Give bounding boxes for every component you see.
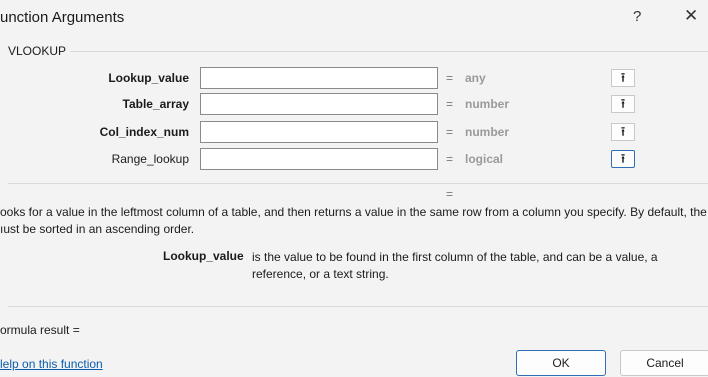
description-line: ooks for a value in the leftmost column … xyxy=(0,205,708,219)
argument-help-name: Lookup_value xyxy=(163,249,244,263)
argument-label: Table_array xyxy=(122,97,190,111)
close-button[interactable]: ✕ xyxy=(684,6,698,26)
description-line: ıust be sorted in an ascending order. xyxy=(0,222,195,236)
argument-result-type: any xyxy=(465,71,486,85)
title-bar: unction Arguments ? ✕ xyxy=(0,0,708,38)
collapse-dialog-arrow-icon[interactable]: ⭱ xyxy=(611,69,635,87)
formula-result: ormula result = xyxy=(0,323,80,337)
argument-result-type: number xyxy=(465,97,510,111)
argument-row-lookup-value: Lookup_value ⭱ = any xyxy=(0,67,708,91)
function-name: VLOOKUP xyxy=(8,44,71,58)
range-lookup-input[interactable]: ⭱ xyxy=(200,148,635,170)
ok-button[interactable]: OK xyxy=(516,350,606,376)
argument-label: Lookup_value xyxy=(108,71,189,85)
function-description: ooks for a value in the leftmost column … xyxy=(0,204,708,238)
argument-label: Col_index_num xyxy=(99,125,189,139)
argument-row-range-lookup: Range_lookup ⭱ = logical xyxy=(0,148,708,172)
collapse-dialog-arrow-icon[interactable]: ⭱ xyxy=(611,95,635,113)
function-total-result: = xyxy=(446,187,454,201)
equals-sign: = xyxy=(446,125,454,139)
collapse-dialog-arrow-icon[interactable]: ⭱ xyxy=(611,150,635,168)
cancel-button[interactable]: Cancel xyxy=(620,350,708,376)
argument-result-type: number xyxy=(465,125,510,139)
help-on-function-link[interactable]: lelp on this function xyxy=(0,357,103,371)
equals-sign: = xyxy=(446,71,454,85)
argument-label: Range_lookup xyxy=(111,152,189,166)
table-array-input[interactable]: ⭱ xyxy=(200,93,635,115)
argument-row-col-index-num: Col_index_num ⭱ = number xyxy=(0,121,708,145)
argument-row-table-array: Table_array ⭱ = number xyxy=(0,93,708,117)
col-index-num-input[interactable]: ⭱ xyxy=(200,121,635,143)
collapse-dialog-arrow-icon[interactable]: ⭱ xyxy=(611,123,635,141)
dialog-title: unction Arguments xyxy=(0,9,125,26)
argument-result-type: logical xyxy=(465,152,504,166)
help-button[interactable]: ? xyxy=(633,8,641,25)
divider xyxy=(8,306,708,307)
equals-sign: = xyxy=(446,97,454,111)
equals-sign: = xyxy=(446,152,454,166)
argument-help-text: is the value to be found in the first co… xyxy=(252,250,658,281)
lookup-value-input[interactable]: ⭱ xyxy=(200,67,635,89)
